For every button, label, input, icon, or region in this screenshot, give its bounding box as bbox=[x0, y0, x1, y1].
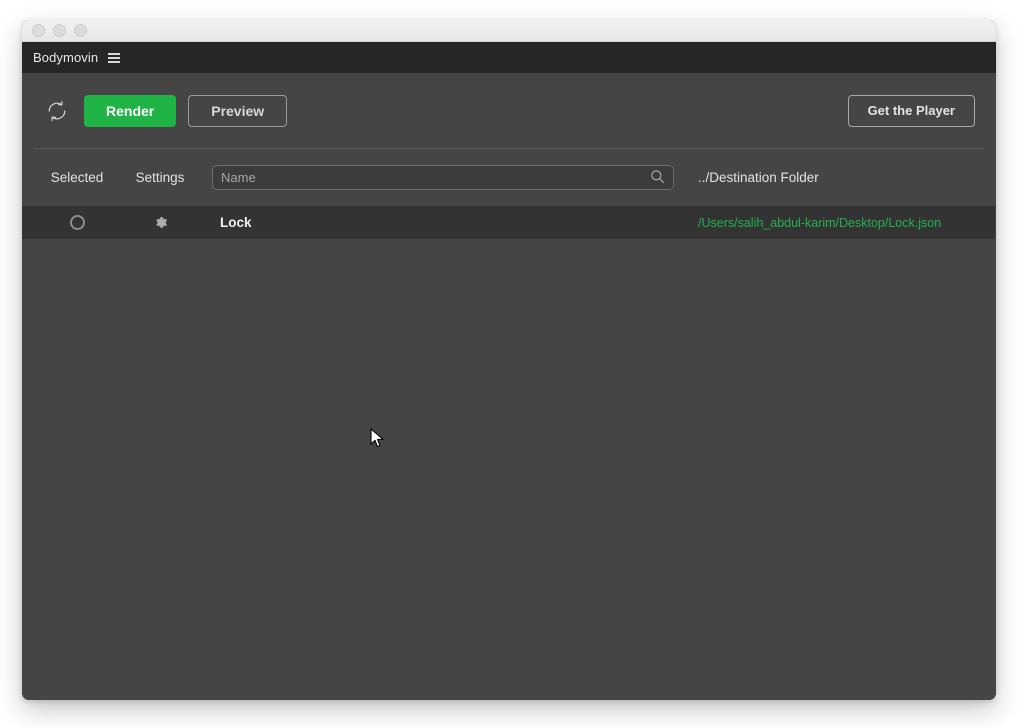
maximize-window-button[interactable] bbox=[74, 24, 87, 37]
hamburger-menu-icon[interactable] bbox=[108, 52, 121, 63]
column-header-destination-folder: ../Destination Folder bbox=[698, 170, 819, 185]
gear-icon[interactable] bbox=[153, 215, 168, 230]
app-title: Bodymovin bbox=[33, 50, 99, 65]
window-titlebar bbox=[22, 20, 996, 42]
preview-button[interactable]: Preview bbox=[188, 94, 288, 127]
refresh-icon[interactable] bbox=[40, 94, 74, 128]
row-composition-name: Lock bbox=[220, 215, 252, 230]
get-the-player-button[interactable]: Get the Player bbox=[847, 94, 975, 127]
column-header-row: Selected Settings ../Destination Folder bbox=[22, 149, 996, 206]
column-header-settings: Settings bbox=[135, 170, 185, 185]
column-header-selected: Selected bbox=[50, 170, 104, 185]
toolbar: Render Preview Get the Player bbox=[22, 73, 996, 148]
search-field-wrapper bbox=[212, 165, 674, 190]
search-input[interactable] bbox=[212, 165, 674, 190]
app-window: Bodymovin Render Preview Get the Player bbox=[22, 20, 996, 700]
row-settings-cell bbox=[120, 215, 200, 230]
row-selected-cell bbox=[34, 215, 120, 230]
radio-circle-unselected-icon[interactable] bbox=[69, 215, 85, 230]
app-body: Render Preview Get the Player Selected S… bbox=[22, 73, 996, 700]
render-button[interactable]: Render bbox=[84, 94, 177, 127]
close-window-button[interactable] bbox=[32, 24, 45, 37]
table-row[interactable]: Lock /Users/salih_abdul-karim/Desktop/Lo… bbox=[22, 206, 995, 239]
row-destination-path[interactable]: /Users/salih_abdul-karim/Desktop/Lock.js… bbox=[698, 216, 941, 230]
composition-list: Lock /Users/salih_abdul-karim/Desktop/Lo… bbox=[22, 206, 996, 700]
minimize-window-button[interactable] bbox=[53, 24, 66, 37]
app-header-bar: Bodymovin bbox=[22, 42, 996, 73]
